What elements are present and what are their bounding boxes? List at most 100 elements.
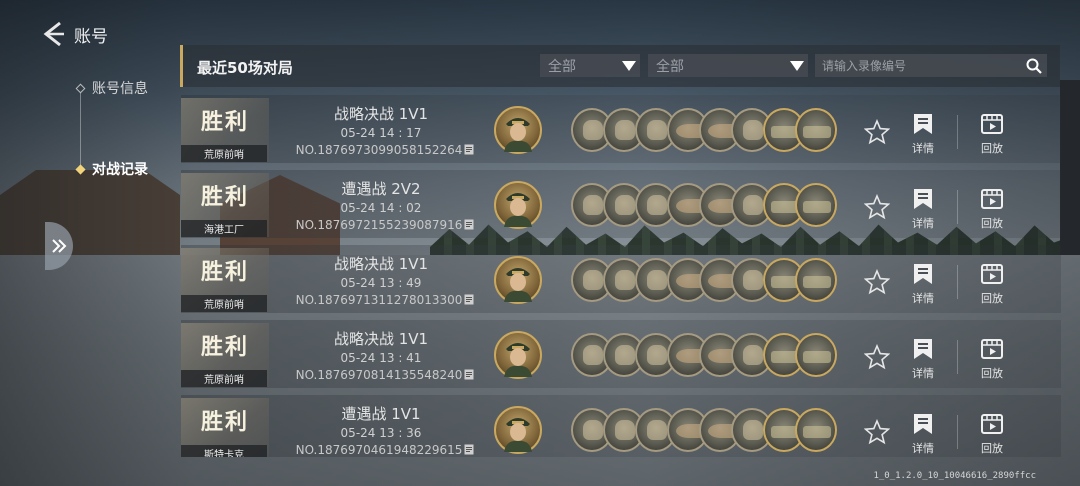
replay-search-input[interactable] bbox=[815, 58, 1021, 73]
replay-number-text: NO.1876971311278013300 bbox=[295, 293, 463, 307]
detail-label: 详情 bbox=[912, 442, 934, 455]
deployed-units bbox=[571, 258, 837, 302]
replay-number-text: NO.1876970814135548240 bbox=[295, 368, 463, 382]
replay-button[interactable]: 回放 bbox=[972, 338, 1012, 381]
copy-icon[interactable] bbox=[464, 294, 474, 305]
favorite-star-button[interactable] bbox=[863, 418, 891, 445]
match-time: 05-24 14 : 17 bbox=[340, 126, 422, 140]
match-time: 05-24 13 : 41 bbox=[340, 351, 422, 365]
replay-button[interactable]: 回放 bbox=[972, 113, 1012, 156]
divider bbox=[957, 340, 958, 374]
map-name: 荒原前哨 bbox=[181, 370, 267, 387]
divider bbox=[957, 115, 958, 149]
copy-icon[interactable] bbox=[464, 144, 474, 155]
game-mode: 战略决战 1V1 bbox=[333, 105, 429, 123]
sidebar-item-label: 对战记录 bbox=[92, 162, 148, 178]
detail-flag-icon bbox=[914, 339, 932, 359]
favorite-star-button[interactable] bbox=[863, 193, 891, 220]
back-button[interactable]: 账号 bbox=[40, 20, 120, 48]
replay-label: 回放 bbox=[981, 217, 1003, 230]
chevron-left-icon bbox=[43, 21, 64, 47]
back-label: 账号 bbox=[74, 26, 108, 47]
divider bbox=[957, 265, 958, 299]
game-mode: 战略决战 1V1 bbox=[333, 255, 429, 273]
replay-button[interactable]: 回放 bbox=[972, 263, 1012, 306]
detail-button[interactable]: 详情 bbox=[903, 413, 943, 456]
battle-record-row: 胜利 海港工厂 遭遇战 2V2 05-24 14 : 02 NO.1876972… bbox=[181, 170, 1061, 238]
star-icon bbox=[863, 118, 891, 145]
commander-avatar[interactable] bbox=[494, 181, 542, 229]
result-badge: 胜利 斯特卡克 bbox=[181, 398, 269, 457]
replay-search bbox=[815, 54, 1047, 77]
game-mode: 遭遇战 2V2 bbox=[341, 180, 421, 198]
detail-button[interactable]: 详情 bbox=[903, 263, 943, 306]
favorite-star-button[interactable] bbox=[863, 118, 891, 145]
detail-button[interactable]: 详情 bbox=[903, 113, 943, 156]
detail-flag-icon bbox=[914, 114, 932, 134]
copy-icon[interactable] bbox=[464, 219, 474, 230]
copy-icon[interactable] bbox=[464, 369, 474, 380]
commander-avatar[interactable] bbox=[494, 406, 542, 454]
detail-flag-icon bbox=[914, 414, 932, 434]
detail-button[interactable]: 详情 bbox=[903, 338, 943, 381]
filter-dropdown-2[interactable]: 全部 bbox=[648, 54, 808, 77]
replay-number[interactable]: NO.1876970461948229615 bbox=[285, 443, 485, 457]
sidebar-item-battle-records[interactable]: 对战记录 bbox=[70, 159, 148, 179]
tank-unit-icon bbox=[795, 108, 837, 152]
search-button[interactable] bbox=[1021, 54, 1047, 77]
divider bbox=[957, 190, 958, 224]
battle-record-row: 胜利 荒原前哨 战略决战 1V1 05-24 13 : 49 NO.187697… bbox=[181, 245, 1061, 313]
result-label: 胜利 bbox=[200, 410, 249, 435]
page-title: 最近50场对局 bbox=[197, 59, 293, 77]
sidebar-item-label: 账号信息 bbox=[92, 81, 148, 97]
match-time: 05-24 14 : 02 bbox=[340, 201, 422, 215]
sidebar-item-account-info[interactable]: 账号信息 bbox=[70, 78, 148, 98]
result-label: 胜利 bbox=[200, 185, 249, 210]
replay-number[interactable]: NO.1876971311278013300 bbox=[285, 293, 485, 307]
caret-down-icon bbox=[618, 54, 640, 77]
detail-label: 详情 bbox=[912, 217, 934, 230]
detail-flag-icon bbox=[914, 264, 932, 284]
version-text: 1_0_1.2.0_10_10046616_2890ffcc bbox=[873, 471, 1036, 481]
dropdown-value: 全部 bbox=[656, 58, 684, 75]
tank-unit-icon bbox=[795, 258, 837, 302]
battle-record-row: 胜利 荒原前哨 战略决战 1V1 05-24 14 : 17 NO.187697… bbox=[181, 95, 1061, 163]
replay-number[interactable]: NO.1876970814135548240 bbox=[285, 368, 485, 382]
deployed-units bbox=[571, 183, 837, 227]
result-label: 胜利 bbox=[200, 110, 249, 135]
copy-icon[interactable] bbox=[464, 444, 474, 455]
replay-label: 回放 bbox=[981, 292, 1003, 305]
dropdown-value: 全部 bbox=[548, 58, 576, 75]
replay-label: 回放 bbox=[981, 367, 1003, 380]
commander-avatar[interactable] bbox=[494, 256, 542, 304]
divider bbox=[957, 415, 958, 449]
officer-portrait-icon bbox=[504, 118, 532, 152]
favorite-star-button[interactable] bbox=[863, 343, 891, 370]
replay-button[interactable]: 回放 bbox=[972, 413, 1012, 456]
caret-down-icon bbox=[786, 54, 808, 77]
filter-dropdown-1[interactable]: 全部 bbox=[540, 54, 640, 77]
officer-portrait-icon bbox=[504, 343, 532, 377]
detail-label: 详情 bbox=[912, 292, 934, 305]
commander-avatar[interactable] bbox=[494, 331, 542, 379]
detail-button[interactable]: 详情 bbox=[903, 188, 943, 231]
replay-number-text: NO.1876972155239087916 bbox=[295, 218, 463, 232]
result-badge: 胜利 荒原前哨 bbox=[181, 323, 269, 387]
tank-unit-icon bbox=[795, 408, 837, 452]
deployed-units bbox=[571, 108, 837, 152]
replay-button[interactable]: 回放 bbox=[972, 188, 1012, 231]
map-name: 荒原前哨 bbox=[181, 145, 267, 162]
detail-label: 详情 bbox=[912, 367, 934, 380]
film-play-icon bbox=[981, 114, 1003, 134]
search-icon bbox=[1026, 58, 1042, 74]
battle-record-list: 胜利 荒原前哨 战略决战 1V1 05-24 14 : 17 NO.187697… bbox=[181, 95, 1061, 457]
replay-number[interactable]: NO.1876972155239087916 bbox=[285, 218, 485, 232]
film-play-icon bbox=[981, 414, 1003, 434]
match-time: 05-24 13 : 49 bbox=[340, 276, 422, 290]
favorite-star-button[interactable] bbox=[863, 268, 891, 295]
result-label: 胜利 bbox=[200, 335, 249, 360]
commander-avatar[interactable] bbox=[494, 106, 542, 154]
filter-bar: 最近50场对局 全部 全部 bbox=[180, 45, 1060, 87]
officer-portrait-icon bbox=[504, 418, 532, 452]
replay-number[interactable]: NO.1876973099058152264 bbox=[285, 143, 485, 157]
